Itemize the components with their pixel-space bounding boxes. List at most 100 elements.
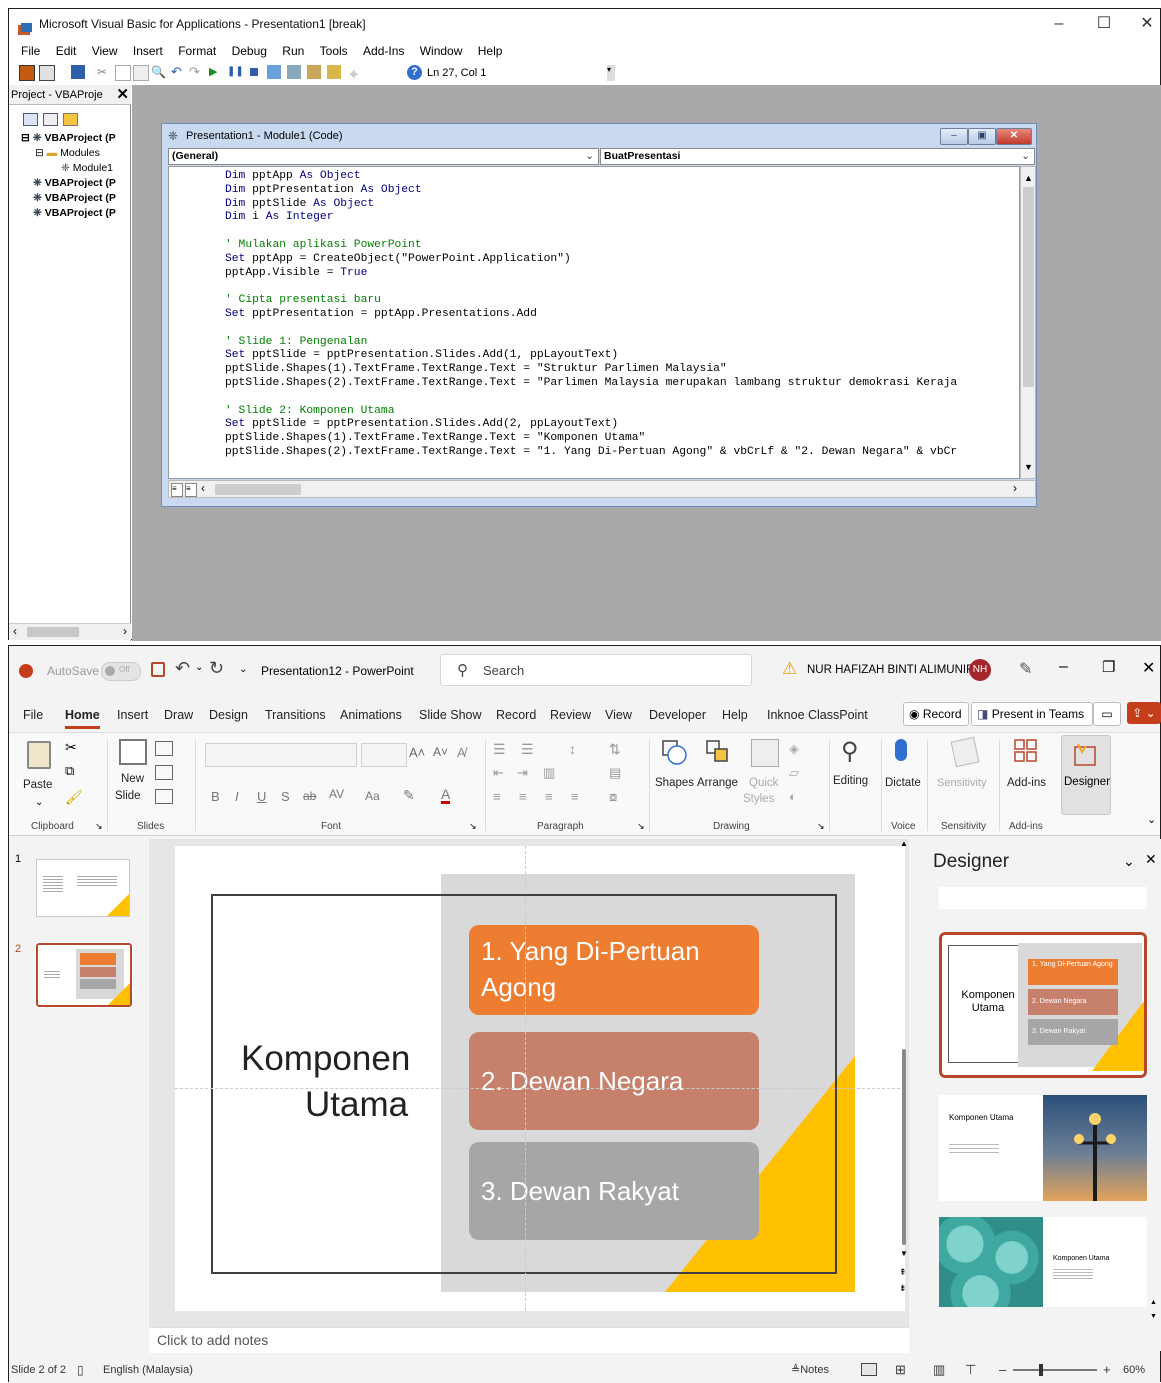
cut-icon[interactable]: ✂ xyxy=(97,65,111,79)
menu-window[interactable]: Window xyxy=(420,41,463,61)
addins-button-label[interactable]: Add-ins xyxy=(1007,777,1046,789)
align-left-icon[interactable]: ≡ xyxy=(493,789,501,804)
tab-animations[interactable]: Animations xyxy=(340,704,402,726)
new-slide-icon[interactable] xyxy=(119,739,147,765)
columns-icon[interactable]: ▥ xyxy=(543,765,555,781)
zoom-out-icon[interactable]: – xyxy=(999,1357,1006,1383)
sensitivity-icon[interactable] xyxy=(950,736,980,768)
slide-title[interactable]: Komponen Utama xyxy=(241,1036,421,1128)
normal-view-icon[interactable] xyxy=(861,1363,877,1376)
save-icon[interactable] xyxy=(151,662,165,677)
clear-formatting-icon[interactable]: A̸ xyxy=(457,745,466,760)
avatar[interactable]: NH xyxy=(969,659,991,681)
break-icon[interactable]: ❚❚ xyxy=(227,65,244,79)
redo-icon[interactable]: ↷ xyxy=(189,65,203,79)
slide-item-2[interactable]: 2. Dewan Negara xyxy=(469,1032,759,1130)
tab-slide-show[interactable]: Slide Show xyxy=(419,704,482,726)
line-spacing-icon[interactable]: ↕ xyxy=(569,741,576,757)
menu-insert[interactable]: Insert xyxy=(133,41,163,61)
properties-icon[interactable] xyxy=(307,65,321,79)
accessibility-icon[interactable]: ▯ xyxy=(77,1357,84,1383)
tab-record[interactable]: Record xyxy=(496,704,536,726)
smartart-icon[interactable]: ⧇ xyxy=(609,789,617,805)
tab-developer[interactable]: Developer xyxy=(649,704,706,726)
close-icon[interactable]: ✕ xyxy=(1142,658,1155,678)
menu-debug[interactable]: Debug xyxy=(232,41,267,61)
text-direction-icon[interactable]: ⇅ xyxy=(609,741,621,758)
editing-search-icon[interactable]: ⚲ xyxy=(841,737,859,766)
new-slide-label[interactable]: New xyxy=(121,773,144,785)
slide-item-3[interactable]: 3. Dewan Rakyat xyxy=(469,1142,759,1240)
scroll-left-icon[interactable]: ‹ xyxy=(201,481,205,495)
code-text[interactable]: Dim pptApp As Object Dim pptPresentation… xyxy=(225,170,957,460)
next-slide-icon[interactable]: ⇟ xyxy=(899,1283,907,1294)
search-box[interactable]: ⚲ Search xyxy=(440,654,752,686)
quick-styles-label-2[interactable]: Styles xyxy=(743,793,774,805)
paste-label[interactable]: Paste xyxy=(23,779,52,791)
present-in-teams-button[interactable]: ◨ Present in Teams xyxy=(971,702,1093,726)
scroll-left-icon[interactable]: ‹ xyxy=(13,624,17,638)
designer-close-icon[interactable]: ✕ xyxy=(1145,851,1157,868)
share-button[interactable]: ⇪ ⌄ xyxy=(1127,702,1161,724)
tree-item-vbaproject[interactable]: ❈ VBAProject (P xyxy=(9,176,129,191)
tab-file[interactable]: File xyxy=(23,704,43,726)
undo-dropdown-icon[interactable]: ⌄ xyxy=(195,662,203,673)
tab-view[interactable]: View xyxy=(605,704,632,726)
slide-thumbnail-1[interactable] xyxy=(36,859,130,917)
slide-sorter-icon[interactable]: ⊞ xyxy=(895,1357,906,1383)
current-slide[interactable]: Komponen Utama 1. Yang Di-Pertuan Agong … xyxy=(175,846,905,1311)
restore-icon[interactable]: ❐ xyxy=(1102,658,1115,676)
code-minimize-icon[interactable]: – xyxy=(940,128,968,145)
layout-icon[interactable] xyxy=(155,741,173,756)
procedure-combo[interactable]: BuatPresentasi ⌄ xyxy=(600,148,1035,165)
scroll-down-icon[interactable]: ▼ xyxy=(1024,462,1033,472)
zoom-slider-thumb[interactable] xyxy=(1039,1364,1043,1376)
scroll-up-icon[interactable]: ▲ xyxy=(1150,1299,1157,1306)
tree-item-vbaproject[interactable]: ⊟ ❈ VBAProject (P xyxy=(9,131,129,146)
paste-icon[interactable] xyxy=(133,65,149,81)
zoom-slider[interactable] xyxy=(1013,1364,1097,1376)
shadow-icon[interactable]: S xyxy=(281,789,290,804)
section-icon[interactable] xyxy=(155,789,173,804)
language[interactable]: English (Malaysia) xyxy=(103,1357,193,1383)
format-painter-icon[interactable]: 🖌 xyxy=(65,789,83,806)
close-icon[interactable]: ✕ xyxy=(116,85,129,105)
tree-item-vbaproject[interactable]: ❈ VBAProject (P xyxy=(9,206,129,221)
scroll-thumb[interactable] xyxy=(215,484,301,495)
bullets-icon[interactable]: ☰ xyxy=(493,741,506,758)
decrease-indent-icon[interactable]: ⇤ xyxy=(493,765,504,781)
toolbar-options-icon[interactable]: ▾ xyxy=(607,65,615,81)
arrange-label[interactable]: Arrange xyxy=(697,777,738,789)
zoom-level[interactable]: 60% xyxy=(1123,1357,1145,1383)
help-icon[interactable]: ? xyxy=(407,65,422,80)
menu-view[interactable]: View xyxy=(92,41,118,61)
bold-icon[interactable]: B xyxy=(211,789,220,804)
designer-idea-3[interactable]: Komponen Utama xyxy=(939,1217,1147,1307)
object-browser-icon[interactable] xyxy=(327,65,341,79)
scroll-up-icon[interactable]: ▲ xyxy=(900,839,908,848)
menu-tools[interactable]: Tools xyxy=(320,41,348,61)
slide-info[interactable]: Slide 2 of 2 xyxy=(11,1357,66,1383)
designer-vscrollbar[interactable]: ▲ ▼ xyxy=(1150,1239,1158,1329)
strikethrough-icon[interactable]: ab xyxy=(303,789,316,803)
addins-icon[interactable] xyxy=(1014,739,1038,763)
quick-styles-label[interactable]: Quick xyxy=(749,777,778,789)
minimize-icon[interactable]: – xyxy=(1039,9,1079,39)
tab-transitions[interactable]: Transitions xyxy=(265,704,326,726)
save-icon[interactable] xyxy=(71,65,85,79)
designer-idea-2[interactable]: Komponen Utama xyxy=(939,1095,1147,1201)
shapes-icon[interactable] xyxy=(661,739,687,765)
font-size-combo[interactable] xyxy=(361,743,407,767)
paragraph-launcher-icon[interactable]: ↘ xyxy=(637,821,645,832)
collapse-ribbon-icon[interactable]: ⌄ xyxy=(1147,813,1156,826)
close-icon[interactable]: ✕ xyxy=(1127,9,1161,39)
numbering-icon[interactable]: ☰ xyxy=(521,741,534,758)
tab-design[interactable]: Design xyxy=(209,704,248,726)
redo-icon[interactable]: ↻ xyxy=(209,658,224,679)
shape-outline-icon[interactable]: ▱ xyxy=(789,765,799,781)
project-pane-hscrollbar[interactable]: ‹ › xyxy=(9,623,131,640)
arrange-icon[interactable] xyxy=(705,739,731,765)
font-color-icon[interactable]: A xyxy=(441,787,451,804)
scroll-thumb[interactable] xyxy=(27,627,79,637)
full-module-view-icon[interactable]: ≡ xyxy=(185,483,197,497)
